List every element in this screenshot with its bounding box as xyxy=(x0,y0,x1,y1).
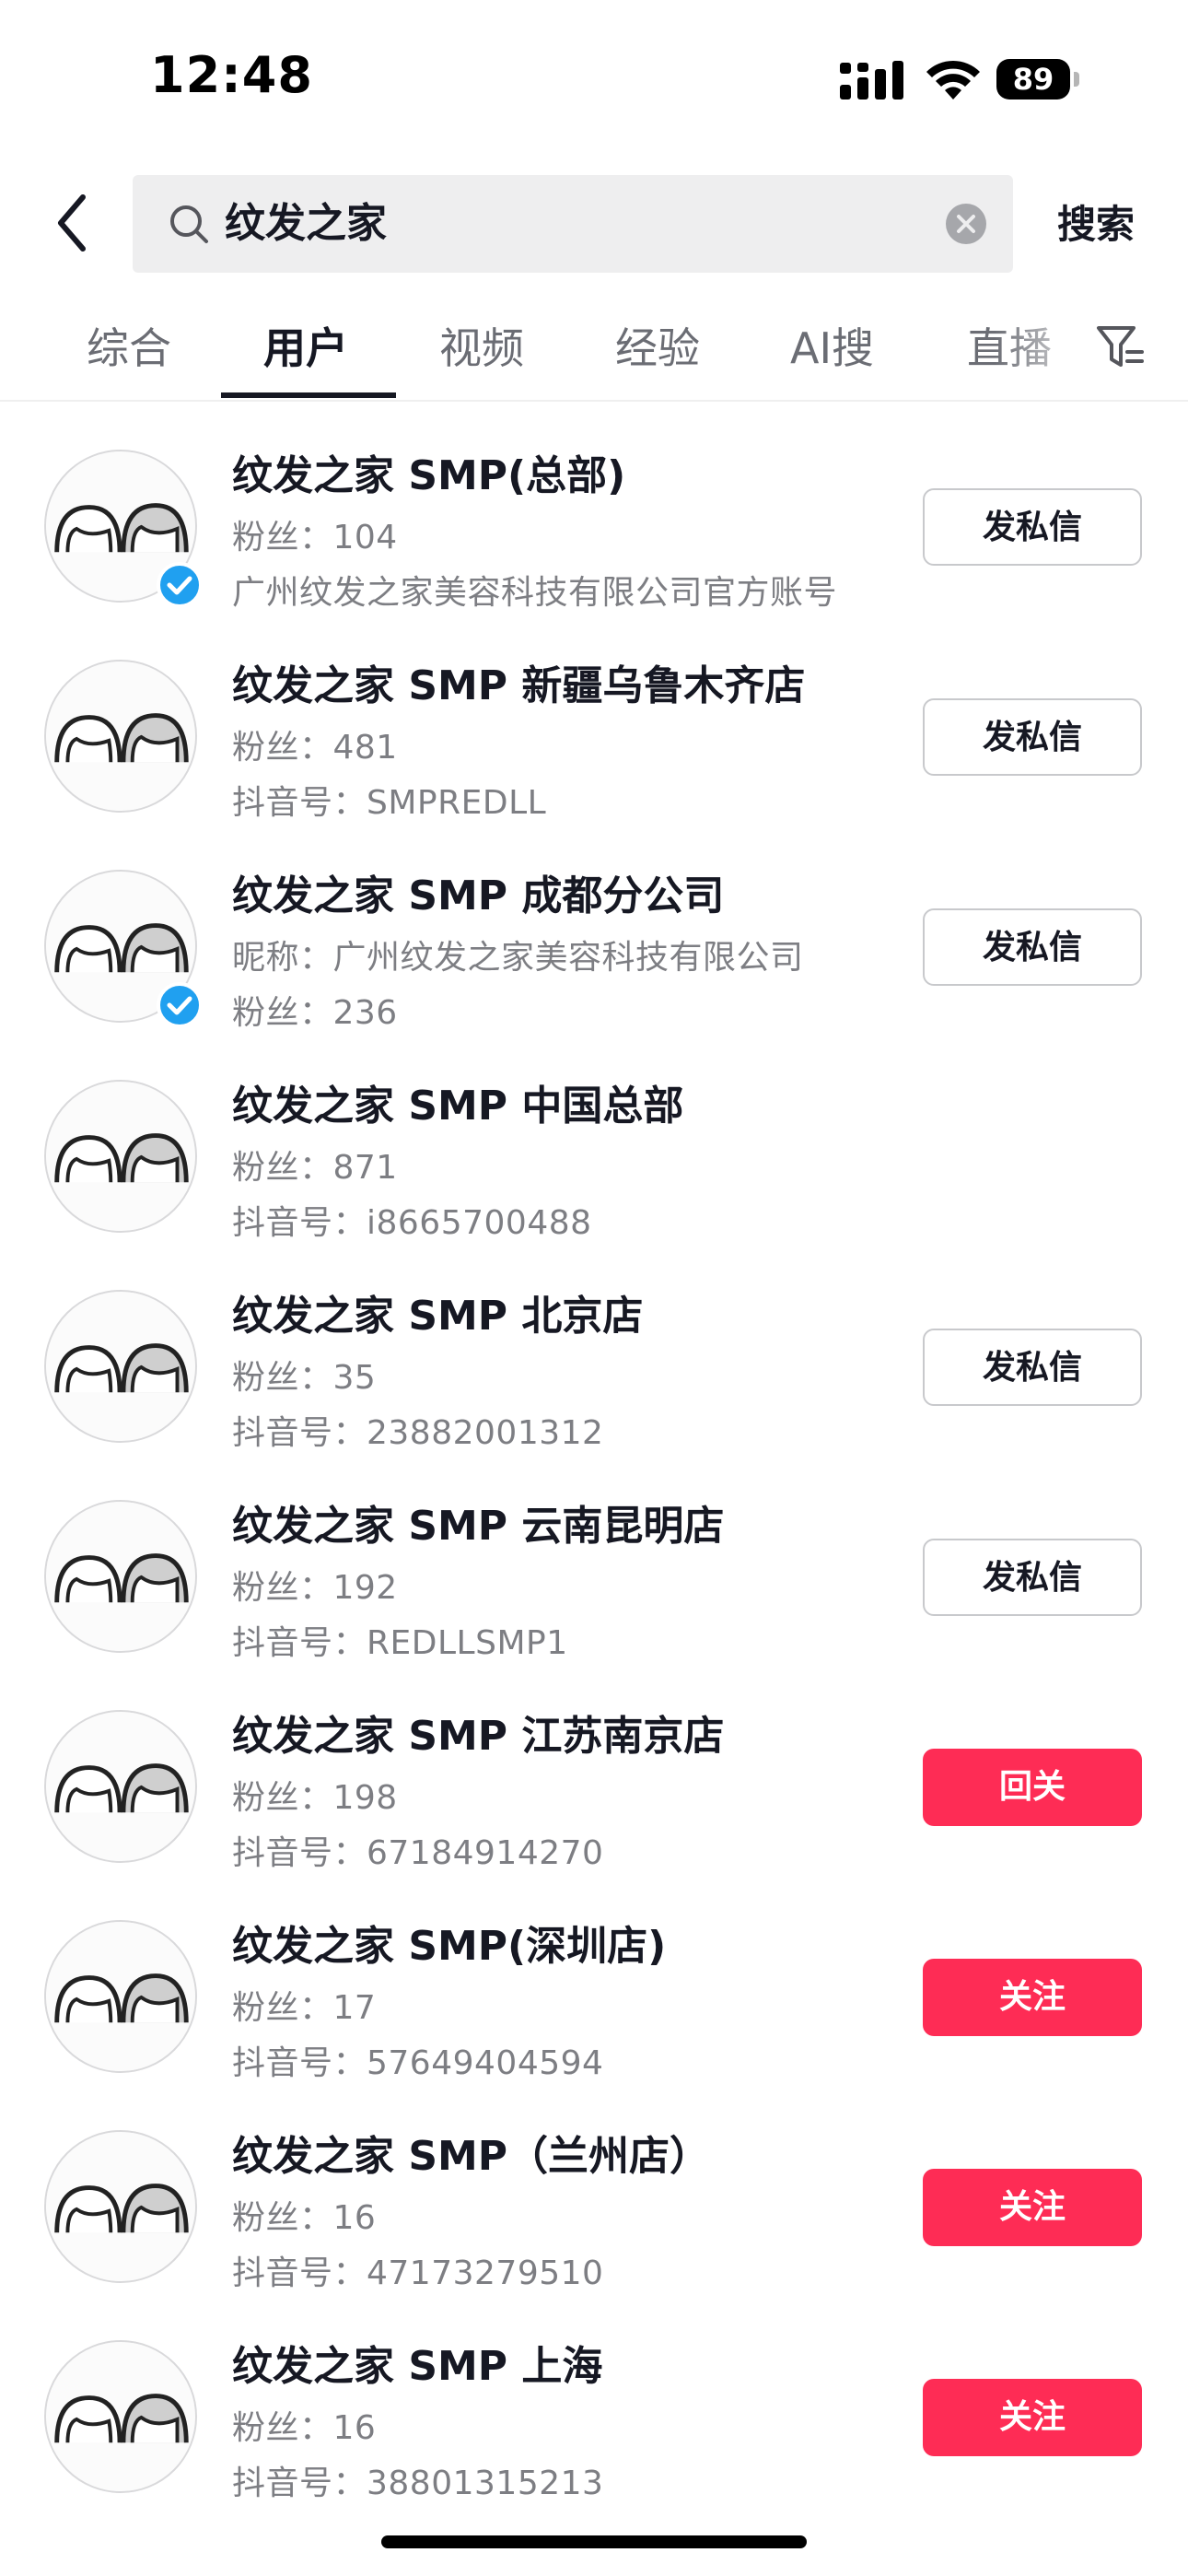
tab-ai-search[interactable]: AI搜 xyxy=(790,315,874,376)
user-info-line-1: 昵称：广州纹发之家美容科技有限公司 xyxy=(232,939,804,977)
avatar[interactable] xyxy=(44,2340,197,2493)
avatar-illustration xyxy=(46,2132,195,2281)
message-button[interactable]: 发私信 xyxy=(923,908,1142,986)
user-info-line-1: 粉丝：16 xyxy=(232,2409,377,2447)
avatar[interactable] xyxy=(44,2130,197,2283)
user-info-line-2: 抖音号：SMPREDLL xyxy=(232,784,547,822)
search-icon xyxy=(170,205,208,243)
follow-back-button[interactable]: 回关 xyxy=(923,1749,1142,1826)
verified-badge-icon xyxy=(157,982,203,1028)
avatar[interactable] xyxy=(44,1500,197,1653)
verified-badge-icon xyxy=(157,562,203,608)
user-name: 纹发之家 SMP(总部) xyxy=(232,452,626,499)
home-indicator xyxy=(381,2535,807,2548)
tab-videos[interactable]: 视频 xyxy=(439,315,524,376)
battery-level: 89 xyxy=(996,59,1070,100)
clear-search-icon[interactable] xyxy=(945,203,987,245)
user-info-line-1: 粉丝：871 xyxy=(232,1149,398,1187)
search-input[interactable] xyxy=(225,175,869,273)
user-result-row[interactable]: 纹发之家 SMP 上海粉丝：16 抖音号：38801315213 关注 xyxy=(0,2294,1188,2504)
user-name: 纹发之家 SMP（兰州店） xyxy=(232,2133,711,2180)
tab-fade xyxy=(995,304,1105,396)
user-result-row[interactable]: 纹发之家 SMP(深圳店) 粉丝：17 抖音号：57649404594 关注 xyxy=(0,1874,1188,2084)
user-info-line-1: 粉丝：16 xyxy=(232,2199,377,2237)
back-arrow-icon[interactable] xyxy=(48,188,99,258)
user-name: 纹发之家 SMP 上海 xyxy=(232,2343,603,2390)
search-button[interactable]: 搜索 xyxy=(1057,193,1135,250)
search-tabs: 综合 用户 视频 经验 AI搜 直播 xyxy=(0,304,1188,402)
follow-button[interactable]: 关注 xyxy=(923,1959,1142,2036)
user-info-line-2: 抖音号：23882001312 xyxy=(232,1414,604,1452)
user-result-row[interactable]: 纹发之家 SMP（兰州店） 粉丝：16 抖音号：47173279510 关注 xyxy=(0,2084,1188,2294)
user-info-line-2: 广州纹发之家美容科技有限公司官方账号 xyxy=(232,574,838,612)
avatar[interactable] xyxy=(44,1920,197,2073)
user-results-list: 纹发之家 SMP(总部) 粉丝：104 广州纹发之家美容科技有限公司官方账号 发私信 … xyxy=(0,404,1188,2504)
user-info-line-2: 抖音号：REDLLSMP1 xyxy=(232,1624,568,1662)
avatar-illustration xyxy=(46,1082,195,1231)
avatar[interactable] xyxy=(44,1080,197,1233)
message-button[interactable]: 发私信 xyxy=(923,1539,1142,1616)
user-info-line-2: 抖音号：67184914270 xyxy=(232,1834,604,1872)
search-box[interactable] xyxy=(133,175,1013,273)
avatar-illustration xyxy=(46,2342,195,2491)
active-tab-underline xyxy=(221,392,396,398)
user-info-line-1: 粉丝：481 xyxy=(232,729,398,767)
user-result-row[interactable]: 纹发之家 SMP 成都分公司昵称：广州纹发之家美容科技有限公司 粉丝：236 发私信 xyxy=(0,824,1188,1034)
cellular-signal-icon xyxy=(840,61,903,100)
avatar-illustration xyxy=(46,1922,195,2071)
tab-users[interactable]: 用户 xyxy=(263,315,348,376)
user-result-row[interactable]: 纹发之家 SMP(总部) 粉丝：104 广州纹发之家美容科技有限公司官方账号 发私信 xyxy=(0,404,1188,614)
avatar-illustration xyxy=(46,1292,195,1441)
user-name: 纹发之家 SMP 北京店 xyxy=(232,1293,644,1340)
user-info-line-2: 抖音号：57649404594 xyxy=(232,2044,604,2082)
avatar[interactable] xyxy=(44,1290,197,1443)
message-button[interactable]: 发私信 xyxy=(923,698,1142,776)
avatar-illustration xyxy=(46,1502,195,1651)
wifi-icon xyxy=(926,60,980,100)
user-result-row[interactable]: 纹发之家 SMP 江苏南京店粉丝：198 抖音号：67184914270 回关 xyxy=(0,1664,1188,1874)
follow-button[interactable]: 关注 xyxy=(923,2379,1142,2456)
avatar[interactable] xyxy=(44,660,197,813)
user-name: 纹发之家 SMP 江苏南京店 xyxy=(232,1713,725,1760)
avatar[interactable] xyxy=(44,1710,197,1863)
user-info-line-2: 抖音号：38801315213 xyxy=(232,2465,604,2502)
user-info-line-1: 粉丝：17 xyxy=(232,1989,377,2027)
status-time: 12:48 xyxy=(150,46,313,104)
user-name: 纹发之家 SMP 云南昆明店 xyxy=(232,1503,725,1550)
follow-button[interactable]: 关注 xyxy=(923,2169,1142,2246)
user-info-line-2: 抖音号：i8665700488 xyxy=(232,1204,592,1242)
tab-experience[interactable]: 经验 xyxy=(615,315,700,376)
avatar-illustration xyxy=(46,662,195,811)
user-result-row[interactable]: 纹发之家 SMP 中国总部粉丝：871 抖音号：i8665700488 xyxy=(0,1034,1188,1244)
user-info-line-1: 粉丝：198 xyxy=(232,1779,398,1817)
battery-tip xyxy=(1074,72,1079,87)
avatar-illustration xyxy=(46,1712,195,1861)
user-name: 纹发之家 SMP 新疆乌鲁木齐店 xyxy=(232,662,806,709)
user-result-row[interactable]: 纹发之家 SMP 新疆乌鲁木齐店粉丝：481 抖音号：SMPREDLL 发私信 xyxy=(0,614,1188,824)
search-header: 搜索 xyxy=(0,171,1188,275)
user-info-line-1: 粉丝：192 xyxy=(232,1569,398,1607)
user-info-line-1: 粉丝：104 xyxy=(232,519,398,556)
user-info-line-2: 粉丝：236 xyxy=(232,994,398,1032)
message-button[interactable]: 发私信 xyxy=(923,1329,1142,1406)
user-result-row[interactable]: 纹发之家 SMP 北京店粉丝：35 抖音号：23882001312 发私信 xyxy=(0,1244,1188,1454)
user-name: 纹发之家 SMP 成都分公司 xyxy=(232,872,725,919)
user-info-line-1: 粉丝：35 xyxy=(232,1359,377,1397)
message-button[interactable]: 发私信 xyxy=(923,488,1142,566)
user-name: 纹发之家 SMP(深圳店) xyxy=(232,1923,667,1970)
tab-comprehensive[interactable]: 综合 xyxy=(87,315,171,376)
status-bar: 12:48 89 xyxy=(0,0,1188,162)
battery-indicator: 89 xyxy=(996,59,1079,100)
user-result-row[interactable]: 纹发之家 SMP 云南昆明店粉丝：192 抖音号：REDLLSMP1 发私信 xyxy=(0,1454,1188,1664)
user-name: 纹发之家 SMP 中国总部 xyxy=(232,1083,684,1130)
user-info-line-2: 抖音号：47173279510 xyxy=(232,2254,604,2292)
filter-icon[interactable] xyxy=(1096,322,1144,372)
